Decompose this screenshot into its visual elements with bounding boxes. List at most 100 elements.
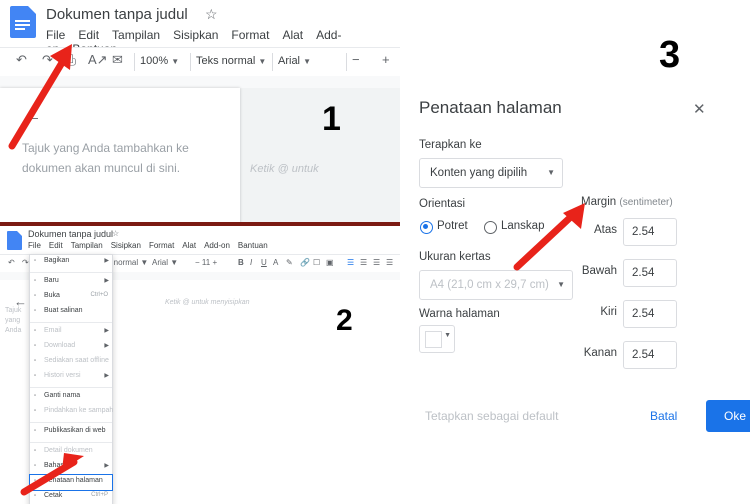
cancel-button[interactable]: Batal: [638, 400, 689, 432]
menu-shortcut: Ctrl+O: [90, 292, 108, 298]
file-menu-item-label: Pindahkan ke sampah: [44, 407, 114, 414]
close-icon[interactable]: ✕: [693, 100, 706, 118]
page-color-swatch[interactable]: ▼: [419, 325, 455, 353]
file-menu-item[interactable]: ▫ Email ▶: [30, 325, 112, 340]
align-justify-icon[interactable]: ☰: [386, 258, 393, 267]
file-menu-item-label: Email: [44, 327, 62, 334]
font-size-select[interactable]: − 11 +: [195, 258, 217, 267]
document-title[interactable]: Dokumen tanpa judul: [28, 229, 113, 239]
panel1-titlebar: Dokumen tanpa judul ☆ File Edit Tampilan Si…: [0, 0, 400, 56]
undo-icon[interactable]: ↶: [16, 52, 27, 68]
print-icon[interactable]: ⎙: [64, 52, 76, 69]
back-arrow-icon[interactable]: ←: [22, 105, 42, 128]
align-right-icon[interactable]: ☰: [373, 258, 380, 267]
file-menu-item[interactable]: ▫ Detail dokumen: [30, 445, 112, 460]
spellcheck-icon[interactable]: A↗: [88, 52, 108, 68]
file-menu-item[interactable]: ▫ Penataan halaman: [29, 474, 113, 491]
radio-potret[interactable]: [420, 221, 433, 234]
radio-lanskap-label[interactable]: Lanskap: [501, 220, 544, 232]
publish-icon: ▫: [34, 428, 37, 434]
highlight-icon[interactable]: ✎: [286, 258, 293, 267]
document-title[interactable]: Dokumen tanpa judul: [46, 6, 188, 23]
file-menu-item-label: Histori versi: [44, 372, 81, 379]
file-menu-item[interactable]: ▫ Pindahkan ke sampah: [30, 405, 114, 420]
align-left-icon[interactable]: ☰: [347, 258, 354, 267]
font-select[interactable]: Arial ▼: [278, 51, 342, 71]
mail-icon: ▫: [34, 328, 37, 334]
menu-item-edit[interactable]: Edit: [49, 241, 63, 250]
menu-item-addon[interactable]: Add-on: [204, 241, 230, 250]
file-menu-item[interactable]: ▫ Ganti nama: [30, 390, 112, 405]
align-center-icon[interactable]: ☰: [360, 258, 367, 267]
file-menu-item[interactable]: ▫ Baru ▶: [30, 275, 112, 290]
menu-item-sisipkan[interactable]: Sisipkan: [173, 28, 218, 42]
redo-icon[interactable]: ↷: [42, 52, 53, 68]
italic-icon[interactable]: I: [250, 258, 252, 267]
page-setup-icon: ▫: [34, 478, 37, 484]
chevron-down-icon: ▼: [444, 332, 451, 339]
file-menu-item-label: Penataan halaman: [44, 477, 103, 484]
menu-item-file[interactable]: File: [28, 241, 41, 250]
margin-label: Margin (sentimeter): [581, 196, 673, 208]
zoom-select[interactable]: 100% ▼: [140, 51, 184, 71]
menu-item-tampilan[interactable]: Tampilan: [71, 241, 103, 250]
file-menu-item[interactable]: ▫ Cetak Ctrl+P: [30, 490, 112, 504]
trash-icon: ▫: [34, 408, 37, 414]
margin-input-atas[interactable]: 2.54: [623, 218, 677, 246]
menu-item-alat[interactable]: Alat: [182, 241, 196, 250]
file-menu-item[interactable]: ▫ Download ▶: [30, 340, 112, 355]
menu-item-format[interactable]: Format: [149, 241, 174, 250]
star-icon[interactable]: ☆: [205, 6, 218, 23]
radio-potret-label[interactable]: Potret: [437, 220, 468, 232]
file-menu-item[interactable]: ▫ Buka Ctrl+O: [30, 290, 112, 305]
minus-icon[interactable]: −: [352, 52, 360, 67]
chevron-right-icon: ▶: [104, 463, 109, 469]
file-menu-item[interactable]: ▫ Bagikan ▶: [30, 255, 112, 270]
file-menu-item[interactable]: ▫ Publikasikan di web: [30, 425, 112, 440]
apply-to-select[interactable]: Konten yang dipilih ▼: [419, 158, 563, 188]
text-color-icon[interactable]: A: [273, 258, 278, 267]
chevron-right-icon: ▶: [104, 328, 109, 334]
set-default-button[interactable]: Tetapkan sebagai default: [415, 400, 568, 432]
menubar: File Edit Tampilan Sisipkan Format Alat Add-on…: [28, 241, 276, 250]
menu-separator: [30, 422, 112, 423]
step-number-3: 3: [659, 34, 681, 76]
menu-item-file[interactable]: File: [46, 28, 65, 42]
paper-size-select[interactable]: A4 (21,0 cm x 29,7 cm) ▼: [419, 270, 573, 300]
menu-item-alat[interactable]: Alat: [282, 28, 303, 42]
margin-input-bawah[interactable]: 2.54: [623, 259, 677, 287]
file-menu-item[interactable]: ▫ Sediakan saat offline: [30, 355, 112, 370]
underline-icon[interactable]: U: [261, 258, 267, 267]
menu-item-sisipkan[interactable]: Sisipkan: [111, 241, 141, 250]
radio-lanskap[interactable]: [484, 221, 497, 234]
paragraph-style-select[interactable]: Teks normal ▼: [196, 51, 270, 71]
ok-button[interactable]: Oke: [706, 400, 750, 432]
file-menu-item[interactable]: ▫ Histori versi ▶: [30, 370, 112, 385]
menu-item-edit[interactable]: Edit: [78, 28, 99, 42]
undo-icon[interactable]: ↶: [8, 258, 15, 267]
plus-icon[interactable]: +: [382, 52, 390, 67]
margin-input-kanan[interactable]: 2.54: [623, 341, 677, 369]
file-menu-item[interactable]: ▫ Bahasa ▶: [30, 460, 112, 475]
bold-icon[interactable]: B: [238, 258, 244, 267]
paper-size-label: Ukuran kertas: [419, 251, 491, 263]
docs-window-step1: Dokumen tanpa judul ☆ File Edit Tampilan Si…: [0, 0, 400, 228]
menu-item-bantuan[interactable]: Bantuan: [238, 241, 268, 250]
copy-icon: ▫: [34, 308, 37, 314]
menu-item-format[interactable]: Format: [231, 28, 269, 42]
chevron-right-icon: ▶: [104, 258, 109, 264]
star-icon[interactable]: ☆: [112, 229, 119, 238]
margin-label-bawah: Bawah: [581, 265, 617, 277]
plus-icon: ▫: [34, 278, 37, 284]
font-select[interactable]: Arial ▼: [152, 258, 178, 267]
redo-icon[interactable]: ↷: [22, 258, 29, 267]
file-menu-item[interactable]: ▫ Buat salinan: [30, 305, 112, 320]
menu-item-tampilan[interactable]: Tampilan: [112, 28, 160, 42]
page-color-label: Warna halaman: [419, 308, 500, 320]
chevron-down-icon: ▼: [557, 280, 565, 289]
margin-input-kiri[interactable]: 2.54: [623, 300, 677, 328]
comment-icon[interactable]: ☐: [313, 258, 320, 267]
link-icon[interactable]: 🔗: [300, 258, 310, 267]
paint-format-icon[interactable]: ✉: [112, 52, 123, 68]
image-icon[interactable]: ▣: [326, 258, 334, 267]
